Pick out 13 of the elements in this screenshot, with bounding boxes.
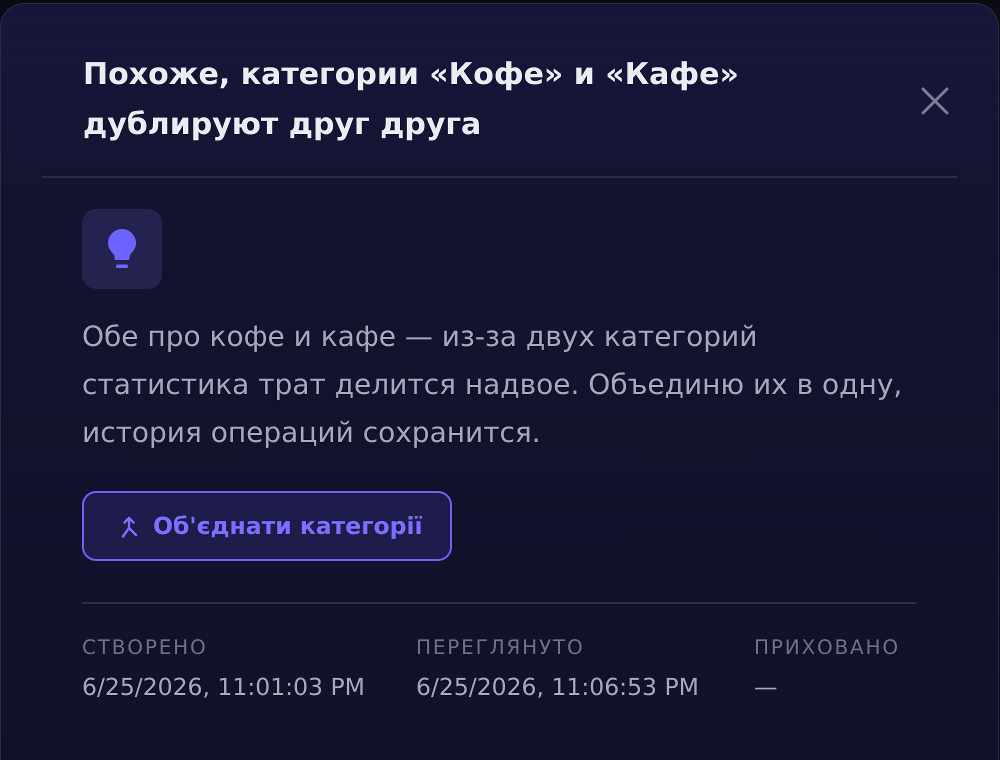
meta-label: ПРИХОВАНО bbox=[754, 634, 901, 660]
lightbulb-icon bbox=[82, 209, 162, 289]
merge-icon bbox=[120, 514, 138, 538]
dialog-title: Похоже, категории «Кофе» и «Кафе» дублируют друг друга bbox=[83, 56, 740, 144]
meta-label: СТВОРЕНО bbox=[82, 634, 209, 660]
description-text: Обе про кофе и кафе — из-за двух категорий статистика трат делится надвое. Объединю их в одну, история операций сохранится. bbox=[82, 319, 904, 451]
meta-value: 6/25/2026, 11:01:03 PM bbox=[82, 672, 366, 702]
merge-button[interactable]: Об'єднати категорії bbox=[82, 491, 452, 561]
close-icon bbox=[921, 87, 949, 115]
meta-value: 6/25/2026, 11:06:53 PM bbox=[416, 672, 700, 702]
meta-label: ПЕРЕГЛЯНУТО bbox=[416, 634, 586, 660]
meta-value: — bbox=[754, 672, 778, 702]
close-button[interactable] bbox=[921, 87, 949, 115]
